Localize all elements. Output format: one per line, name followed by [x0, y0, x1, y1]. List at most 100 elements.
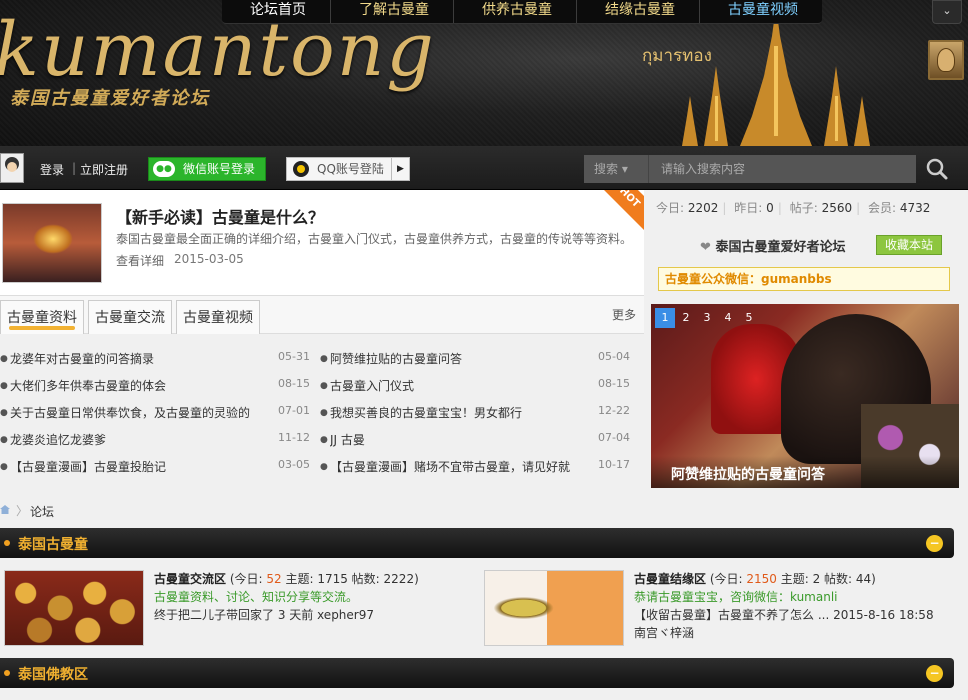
- list-item[interactable]: ● 关于古曼童日常供奉饮食，及古曼童的灵验的 07-01: [0, 404, 310, 431]
- forum-link[interactable]: 古曼童交流区: [154, 572, 226, 586]
- featured-post: 【新手必读】古曼童是什么？ 泰国古曼童最全面正确的详细介绍，古曼童入门仪式，古曼…: [0, 190, 644, 296]
- bullet-icon: [4, 540, 10, 546]
- nav-home[interactable]: 论坛首页: [222, 0, 330, 23]
- tab-discussion[interactable]: 古曼童交流: [88, 300, 172, 334]
- stat-members: 4732: [899, 201, 931, 215]
- forum-link[interactable]: 古曼童结缘区: [634, 572, 706, 586]
- list-item[interactable]: ● 大佬们多年供奉古曼童的体会 08-15: [0, 377, 310, 404]
- category-name[interactable]: 泰国古曼童: [18, 534, 88, 554]
- category-name[interactable]: 泰国佛教区: [18, 664, 88, 684]
- stat-today: 2202: [687, 201, 719, 215]
- wechat-notice: 古曼童公众微信：gumanbbs: [658, 267, 950, 291]
- forum-name: ❤ 泰国古曼童爱好者论坛: [700, 240, 846, 255]
- post-title: 龙婆年对古曼童的问答摘录: [10, 352, 155, 366]
- tabs-more-link[interactable]: 更多: [612, 306, 636, 323]
- collapse-icon[interactable]: −: [926, 665, 943, 682]
- forum-last-post[interactable]: 【收留古曼童】古曼童不养了怎么 ... 2015-8-16 18:58 南宫ヾ梓…: [634, 606, 944, 642]
- forum-entry: 古曼童交流区 (今日: 52 主题: 1715 帖数: 2222) 古曼童资料、…: [0, 568, 470, 648]
- search-input[interactable]: [648, 155, 916, 183]
- user-avatar-icon: [0, 153, 24, 183]
- header-banner: kumantong 泰国古曼童爱好者论坛 กุมารทอง 论坛首页 了解古曼童…: [0, 0, 968, 146]
- favorite-site-button[interactable]: 收藏本站: [876, 235, 942, 255]
- list-item[interactable]: ● JJ 古曼 07-04: [320, 431, 630, 458]
- content-tabs: 古曼童资料 古曼童交流 古曼童视频 更多: [0, 296, 644, 334]
- post-title: 古曼童入门仪式: [330, 379, 415, 393]
- featured-date: 2015-03-05: [174, 252, 244, 266]
- forum-title: 古曼童交流区 (今日: 52 主题: 1715 帖数: 2222): [154, 572, 419, 586]
- separator: |: [72, 161, 77, 175]
- featured-description: 泰国古曼童最全面正确的详细介绍，古曼童入门仪式，古曼童供养方式，古曼童的传说等等…: [116, 232, 633, 246]
- register-link[interactable]: 立即注册: [80, 161, 128, 178]
- logo-subtitle: 泰国古曼童爱好者论坛: [10, 88, 210, 109]
- forum-thumbnail[interactable]: [484, 570, 624, 646]
- heart-icon: ❤: [700, 240, 711, 255]
- list-item[interactable]: ● 龙婆年对古曼童的问答摘录 05-31: [0, 350, 310, 377]
- site-stats: 今日: 2202 | 昨日: 0 | 帖子: 2560 | 会员: 4732: [656, 201, 931, 215]
- home-icon[interactable]: [0, 505, 10, 514]
- wechat-login-label: 微信账号登录: [183, 162, 256, 176]
- nav-worship[interactable]: 供养古曼童: [453, 0, 576, 23]
- login-bar: 登录 | 立即注册 ●● 微信账号登录 QQ账号登陆 ▶ 搜索 ▾: [0, 146, 968, 190]
- slideshow[interactable]: 1 2 3 4 5 阿赞维拉贴的古曼童问答: [651, 304, 959, 488]
- featured-more-link[interactable]: 查看详细: [116, 252, 164, 269]
- post-title: 我想买善良的古曼童宝宝！男女都行: [330, 406, 523, 420]
- stat-posts-label: 帖子:: [789, 201, 818, 215]
- breadcrumb-separator: 〉: [16, 504, 29, 518]
- slideshow-pager: 1 2 3 4 5: [655, 308, 760, 328]
- category-header: 泰国佛教区 −: [0, 658, 954, 688]
- collapse-icon[interactable]: −: [926, 535, 943, 552]
- stat-yesterday: 0: [766, 201, 774, 215]
- post-title: 【古曼童漫画】古曼童投胎记: [10, 460, 167, 474]
- slide-page-button[interactable]: 3: [697, 308, 717, 328]
- forum-thumbnail[interactable]: [4, 570, 144, 646]
- breadcrumb: 〉 论坛: [0, 500, 968, 522]
- post-title: 【古曼童漫画】赌场不宜带古曼童，请见好就: [330, 460, 571, 474]
- nav-video[interactable]: 古曼童视频: [699, 0, 822, 23]
- breadcrumb-forum[interactable]: 论坛: [30, 503, 54, 520]
- post-date: 11-12: [278, 431, 310, 444]
- forum-today: 52: [266, 572, 282, 586]
- wechat-login-button[interactable]: ●● 微信账号登录: [148, 157, 266, 181]
- list-item[interactable]: ● 【古曼童漫画】古曼童投胎记 03-05: [0, 458, 310, 485]
- qq-login-button[interactable]: QQ账号登陆 ▶: [286, 157, 410, 181]
- post-title: 龙婆炎追忆龙婆爹: [10, 433, 107, 447]
- slide-page-button[interactable]: 4: [718, 308, 738, 328]
- forum-last-post[interactable]: 终于把二儿子带回家了 3 天前 xepher97: [154, 606, 464, 624]
- post-title: 关于古曼童日常供奉饮食，及古曼童的灵验的: [10, 406, 251, 420]
- wechat-icon: ●●: [153, 161, 175, 177]
- stat-yesterday-label: 昨日:: [734, 201, 763, 215]
- slide-page-button[interactable]: 2: [676, 308, 696, 328]
- post-date: 07-01: [278, 404, 310, 417]
- forum-description: 恭请古曼童宝宝，咨询微信：kumanli: [634, 590, 838, 604]
- stat-members-label: 会员:: [867, 201, 897, 215]
- featured-title[interactable]: 【新手必读】古曼童是什么？: [116, 204, 324, 228]
- post-date: 05-31: [278, 350, 310, 363]
- list-item[interactable]: ● 龙婆炎追忆龙婆爹 11-12: [0, 431, 310, 458]
- login-link[interactable]: 登录: [40, 161, 64, 178]
- search-icon[interactable]: [920, 155, 954, 183]
- nav-learn[interactable]: 了解古曼童: [330, 0, 453, 23]
- list-item[interactable]: ● 【古曼童漫画】赌场不宜带古曼童，请见好就 10-17: [320, 458, 630, 485]
- list-item[interactable]: ● 我想买善良的古曼童宝宝！男女都行 12-22: [320, 404, 630, 431]
- post-title: JJ 古曼: [330, 433, 365, 447]
- forum-description: 古曼童资料、讨论、知识分享等交流。: [154, 590, 359, 604]
- arrow-right-icon: ▶: [391, 158, 409, 180]
- post-date: 03-05: [278, 458, 310, 471]
- post-date: 07-04: [598, 431, 630, 444]
- featured-image[interactable]: [2, 203, 102, 283]
- search-type-select[interactable]: 搜索 ▾: [584, 155, 648, 183]
- tab-videos[interactable]: 古曼童视频: [176, 300, 260, 334]
- list-item[interactable]: ● 古曼童入门仪式 08-15: [320, 377, 630, 404]
- slide-caption[interactable]: 阿赞维拉贴的古曼童问答: [651, 456, 959, 488]
- slide-page-button[interactable]: 1: [655, 308, 675, 328]
- forum-entry: 古曼童结缘区 (今日: 2150 主题: 2 帖数: 44) 恭请古曼童宝宝，咨…: [480, 568, 950, 648]
- nav-adopt[interactable]: 结缘古曼童: [576, 0, 699, 23]
- slide-page-button[interactable]: 5: [739, 308, 759, 328]
- temple-illustration: [682, 6, 870, 146]
- category-header: 泰国古曼童 −: [0, 528, 954, 558]
- list-item[interactable]: ● 阿赞维拉贴的古曼童问答 05-04: [320, 350, 630, 377]
- tab-resources[interactable]: 古曼童资料: [0, 300, 84, 334]
- buddha-avatar[interactable]: [928, 40, 964, 80]
- stat-posts: 2560: [821, 201, 853, 215]
- chevron-down-icon[interactable]: ⌄: [932, 0, 962, 24]
